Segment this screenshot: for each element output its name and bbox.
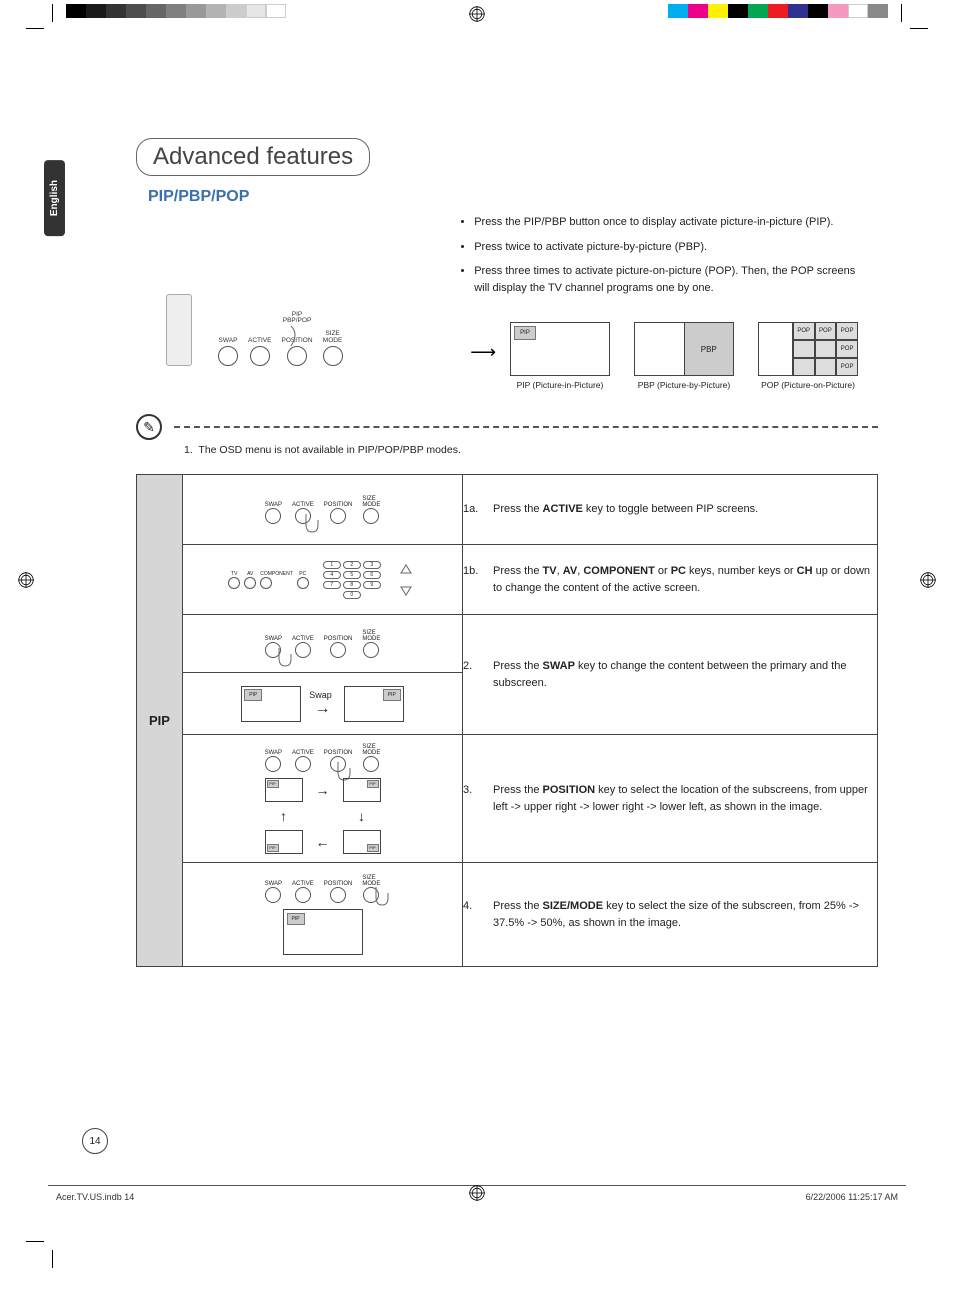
desc-step-3: 3.Press the POSITION key to select the l… — [463, 735, 878, 863]
arrow-left-icon: ← — [311, 830, 335, 854]
btn-label-size-mode: SIZE MODE — [323, 331, 343, 344]
btn-label-active: ACTIVE — [248, 338, 271, 345]
ch-updown-icon — [395, 563, 417, 597]
grayscale-swatches — [66, 4, 286, 18]
pbp-mini-label: PBP — [684, 323, 734, 375]
desc-step-1b: 1b.Press the TV, AV, COMPONENT or PC key… — [463, 545, 878, 615]
illus-step-4: SWAP ACTIVE POSITION SIZE MODE PIP — [183, 863, 463, 967]
note-text: 1. The OSD menu is not available in PIP/… — [184, 444, 878, 456]
hand-press-icon — [368, 885, 392, 909]
intro-row: SWAP ACTIVE PIP PBP/POP POSITION SIZE MO… — [136, 214, 878, 394]
page: English Advanced features PIP/PBP/POP SW… — [48, 42, 906, 1242]
pip-steps-table: PIP SWAP ACTIVE POSITION SIZE MODE 1a.Pr… — [136, 474, 878, 967]
desc-step-1a: 1a.Press the ACTIVE key to toggle betwee… — [463, 475, 878, 545]
arrow-right-icon: → — [314, 700, 330, 718]
pip-mini-label: PIP — [514, 326, 536, 340]
registration-mark-left — [18, 572, 34, 591]
swap-button-icon — [218, 346, 238, 366]
illus-step-1a: SWAP ACTIVE POSITION SIZE MODE — [183, 475, 463, 545]
press-line-icon — [279, 324, 309, 360]
pop-caption: POP (Picture-on-Picture) — [761, 380, 855, 390]
table-row-head: PIP — [137, 475, 183, 967]
pip-thumb: PIP PIP (Picture-in-Picture) — [510, 322, 610, 390]
intro-bullet: Press the PIP/PBP button once to display… — [474, 214, 858, 231]
pop-cell: POP — [793, 322, 815, 340]
size-mode-button-icon — [323, 346, 343, 366]
intro-bullet: Press three times to activate picture-on… — [474, 263, 858, 296]
hand-press-icon — [271, 646, 295, 670]
arrow-down-icon: ↓ — [343, 808, 381, 824]
hand-press-icon — [298, 512, 322, 536]
active-button-icon — [250, 346, 270, 366]
arrow-up-icon: ↑ — [265, 808, 303, 824]
footer-date: 6/22/2006 11:25:17 AM — [806, 1192, 898, 1202]
registration-mark-top — [469, 6, 485, 25]
btn-label-swap: SWAP — [219, 338, 238, 345]
remote-icon — [166, 294, 192, 366]
footer-file: Acer.TV.US.indb 14 — [56, 1192, 134, 1202]
pbp-caption: PBP (Picture-by-Picture) — [638, 380, 730, 390]
illus-step-2-swap: PIP Swap → PIP — [183, 673, 463, 735]
color-swatches — [668, 4, 888, 18]
page-number: 14 — [82, 1128, 108, 1154]
desc-step-4: 4.Press the SIZE/MODE key to select the … — [463, 863, 878, 967]
keypad-icon: 123 456 789 0 — [323, 561, 381, 599]
note-icon: ✎ — [136, 414, 162, 440]
note-row: ✎ — [136, 414, 878, 440]
intro-text: Press the PIP/PBP button once to display… — [456, 214, 878, 394]
illus-step-2-buttons: SWAP ACTIVE POSITION SIZE MODE — [183, 615, 463, 673]
printer-marks-top — [0, 4, 954, 28]
section-title: Advanced features — [136, 138, 370, 176]
pbp-thumb: PBP PBP (Picture-by-Picture) — [634, 322, 734, 390]
pop-thumb: POPPOPPOP POP POP POP (Picture-on-Pictur… — [758, 322, 858, 390]
illus-step-3: SWAP ACTIVE POSITION SIZE MODE PIP → PIP… — [183, 735, 463, 863]
arrow-right-icon: ⟶ — [470, 342, 496, 363]
illus-step-1b: TV AV COMPONENT PC 123 456 789 0 — [183, 545, 463, 615]
subsection-title: PIP/PBP/POP — [148, 188, 878, 206]
swap-label: Swap — [309, 690, 332, 700]
intro-bullet: Press twice to activate picture-by-pictu… — [474, 239, 858, 256]
registration-mark-right — [920, 572, 936, 591]
registration-mark-bottom — [469, 1185, 485, 1204]
pip-caption: PIP (Picture-in-Picture) — [517, 380, 604, 390]
note-divider — [174, 426, 878, 428]
remote-illustration: SWAP ACTIVE PIP PBP/POP POSITION SIZE MO… — [136, 214, 456, 394]
language-tab: English — [44, 160, 65, 236]
desc-step-2: 2.Press the SWAP key to change the conte… — [463, 615, 878, 735]
